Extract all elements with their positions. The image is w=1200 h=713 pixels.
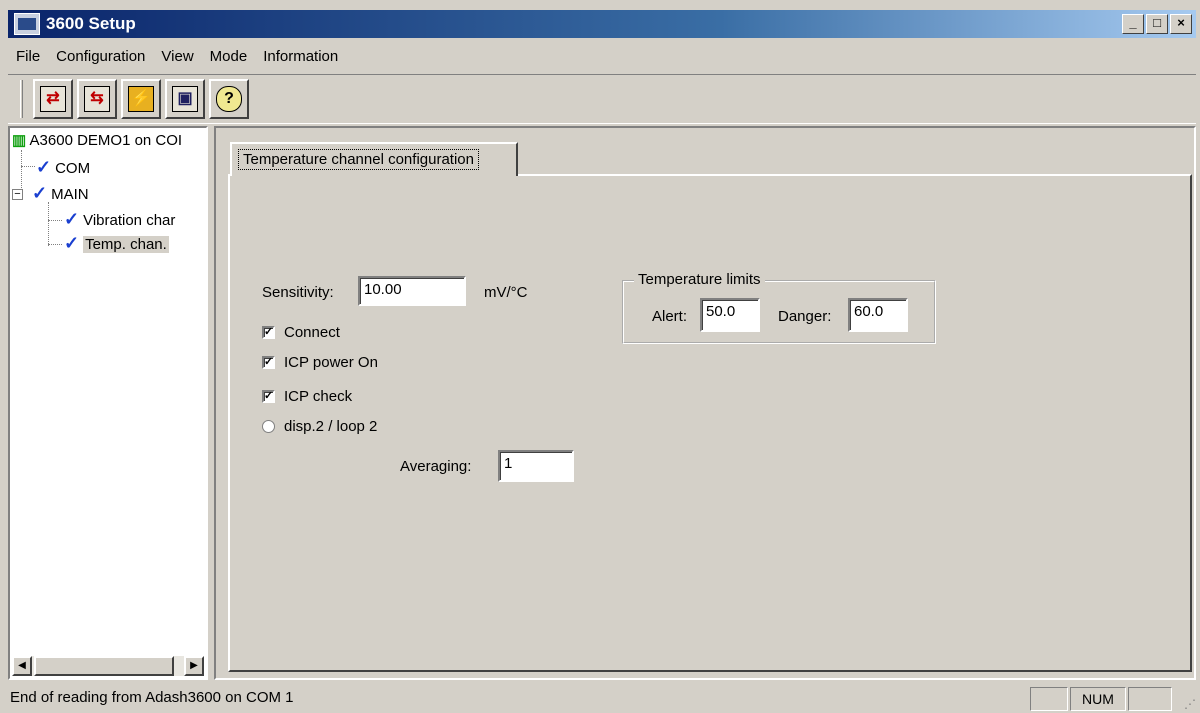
resize-grip-icon[interactable]: ⋰ (1184, 697, 1196, 711)
temperature-limits-title: Temperature limits (634, 271, 765, 288)
icp-check-check-icon: ✓ (262, 390, 275, 403)
dds-button[interactable]: ▣ (165, 79, 205, 119)
averaging-label: Averaging: (400, 458, 472, 475)
checkmark-icon: ✓ (32, 183, 48, 203)
tree-com-label: COM (55, 160, 91, 177)
device-icon: ▥ (12, 132, 27, 149)
toolbar-grip[interactable] (20, 80, 23, 118)
read-config-icon: ⇄ (40, 86, 66, 112)
icp-check-label: ICP check (284, 388, 353, 405)
help-icon: ? (216, 86, 242, 112)
status-panel-scroll (1128, 687, 1172, 711)
flash-icon: ⚡ (128, 86, 154, 112)
connect-label: Connect (284, 324, 340, 341)
disp-loop-label: disp.2 / loop 2 (284, 418, 378, 435)
menu-information[interactable]: Information (255, 48, 346, 65)
menu-file[interactable]: File (8, 48, 48, 65)
menu-configuration[interactable]: Configuration (48, 48, 153, 65)
status-panel-num: NUM (1070, 687, 1126, 711)
danger-label: Danger: (778, 308, 832, 325)
disp-loop-radio[interactable]: disp.2 / loop 2 (262, 418, 377, 435)
write-config-button[interactable]: ⇆ (77, 79, 117, 119)
tree-temp-label: Temp. chan. (83, 236, 169, 253)
radio-icon (262, 420, 275, 433)
averaging-input[interactable]: 1 (498, 450, 574, 482)
device-tree[interactable]: ▥ A3600 DEMO1 on COI ✓ COM − ✓ MAIN ✓ Vibra… (8, 126, 208, 680)
app-icon (14, 13, 40, 35)
main-panel: Temperature channel configuration Sensit… (214, 126, 1196, 680)
read-config-button[interactable]: ⇄ (33, 79, 73, 119)
title-bar[interactable]: 3600 Setup _ □ × (8, 10, 1196, 38)
connect-check-icon: ✓ (262, 326, 275, 339)
scroll-right-icon[interactable]: ▶ (184, 656, 204, 676)
tree-item-main[interactable]: ✓ MAIN (32, 182, 89, 204)
status-panel-caps (1030, 687, 1068, 711)
alert-label: Alert: (652, 308, 688, 325)
help-button[interactable]: ? (209, 79, 249, 119)
menu-mode[interactable]: Mode (202, 48, 256, 65)
scroll-thumb[interactable] (34, 656, 174, 676)
tree-horizontal-scrollbar[interactable]: ◀ ▶ (12, 656, 204, 676)
tree-root-label: A3600 DEMO1 on COI (29, 132, 183, 149)
tree-item-vibration[interactable]: ✓ Vibration char (64, 208, 175, 230)
status-text: End of reading from Adash3600 on COM 1 (10, 689, 294, 706)
tab-label: Temperature channel configuration (238, 149, 479, 170)
flash-button[interactable]: ⚡ (121, 79, 161, 119)
status-bar: End of reading from Adash3600 on COM 1 N… (0, 682, 1200, 713)
sensitivity-unit: mV/°C (484, 284, 528, 301)
icp-power-label: ICP power On (284, 354, 378, 371)
tree-item-com[interactable]: ✓ COM (36, 156, 90, 178)
maximize-button[interactable]: □ (1146, 14, 1168, 34)
tree-vibration-label: Vibration char (83, 212, 176, 229)
sensitivity-label: Sensitivity: (262, 284, 334, 301)
icp-power-check-icon: ✓ (262, 356, 275, 369)
scroll-left-icon[interactable]: ◀ (12, 656, 32, 676)
write-config-icon: ⇆ (84, 86, 110, 112)
checkmark-icon: ✓ (64, 233, 80, 253)
temperature-limits-group: Temperature limits Alert: 50.0 Danger: 6… (622, 271, 936, 344)
tree-main-label: MAIN (51, 186, 89, 203)
tab-temperature-config[interactable]: Temperature channel configuration (230, 142, 518, 176)
minimize-button[interactable]: _ (1122, 14, 1144, 34)
dds-icon: ▣ (172, 86, 198, 112)
menu-view[interactable]: View (153, 48, 201, 65)
toolbar: ⇄ ⇆ ⚡ ▣ ? (8, 74, 1196, 124)
sensitivity-input[interactable]: 10.00 (358, 276, 466, 306)
tree-item-root[interactable]: ▥ A3600 DEMO1 on COI (12, 130, 182, 152)
danger-input[interactable]: 60.0 (848, 298, 908, 332)
icp-check-checkbox[interactable]: ✓ ICP check (262, 388, 352, 405)
checkmark-icon: ✓ (36, 157, 52, 177)
connect-checkbox[interactable]: ✓ Connect (262, 324, 340, 341)
close-button[interactable]: × (1170, 14, 1192, 34)
checkmark-icon: ✓ (64, 209, 80, 229)
tab-page: Sensitivity: 10.00 mV/°C ✓ Connect ✓ ICP… (228, 174, 1192, 672)
tree-item-temp[interactable]: ✓ Temp. chan. (64, 232, 169, 254)
window-title: 3600 Setup (46, 14, 136, 33)
menu-bar: File Configuration View Mode Information (8, 42, 346, 70)
alert-input[interactable]: 50.0 (700, 298, 760, 332)
icp-power-checkbox[interactable]: ✓ ICP power On (262, 354, 378, 371)
collapse-icon[interactable]: − (12, 189, 23, 200)
